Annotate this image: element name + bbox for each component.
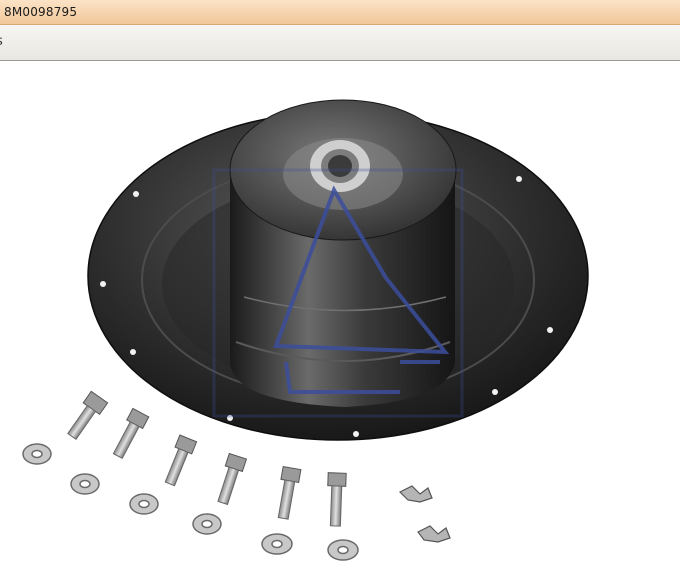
toolbar: s [0, 25, 680, 61]
window-title-bar: 8M0098795 [0, 0, 680, 25]
image-viewer [0, 62, 680, 585]
washers [22, 443, 359, 561]
window-title: 8M0098795 [4, 5, 78, 19]
product-image [22, 99, 589, 561]
clips [398, 485, 451, 543]
toolbar-clipped-label[interactable]: s [0, 34, 3, 49]
